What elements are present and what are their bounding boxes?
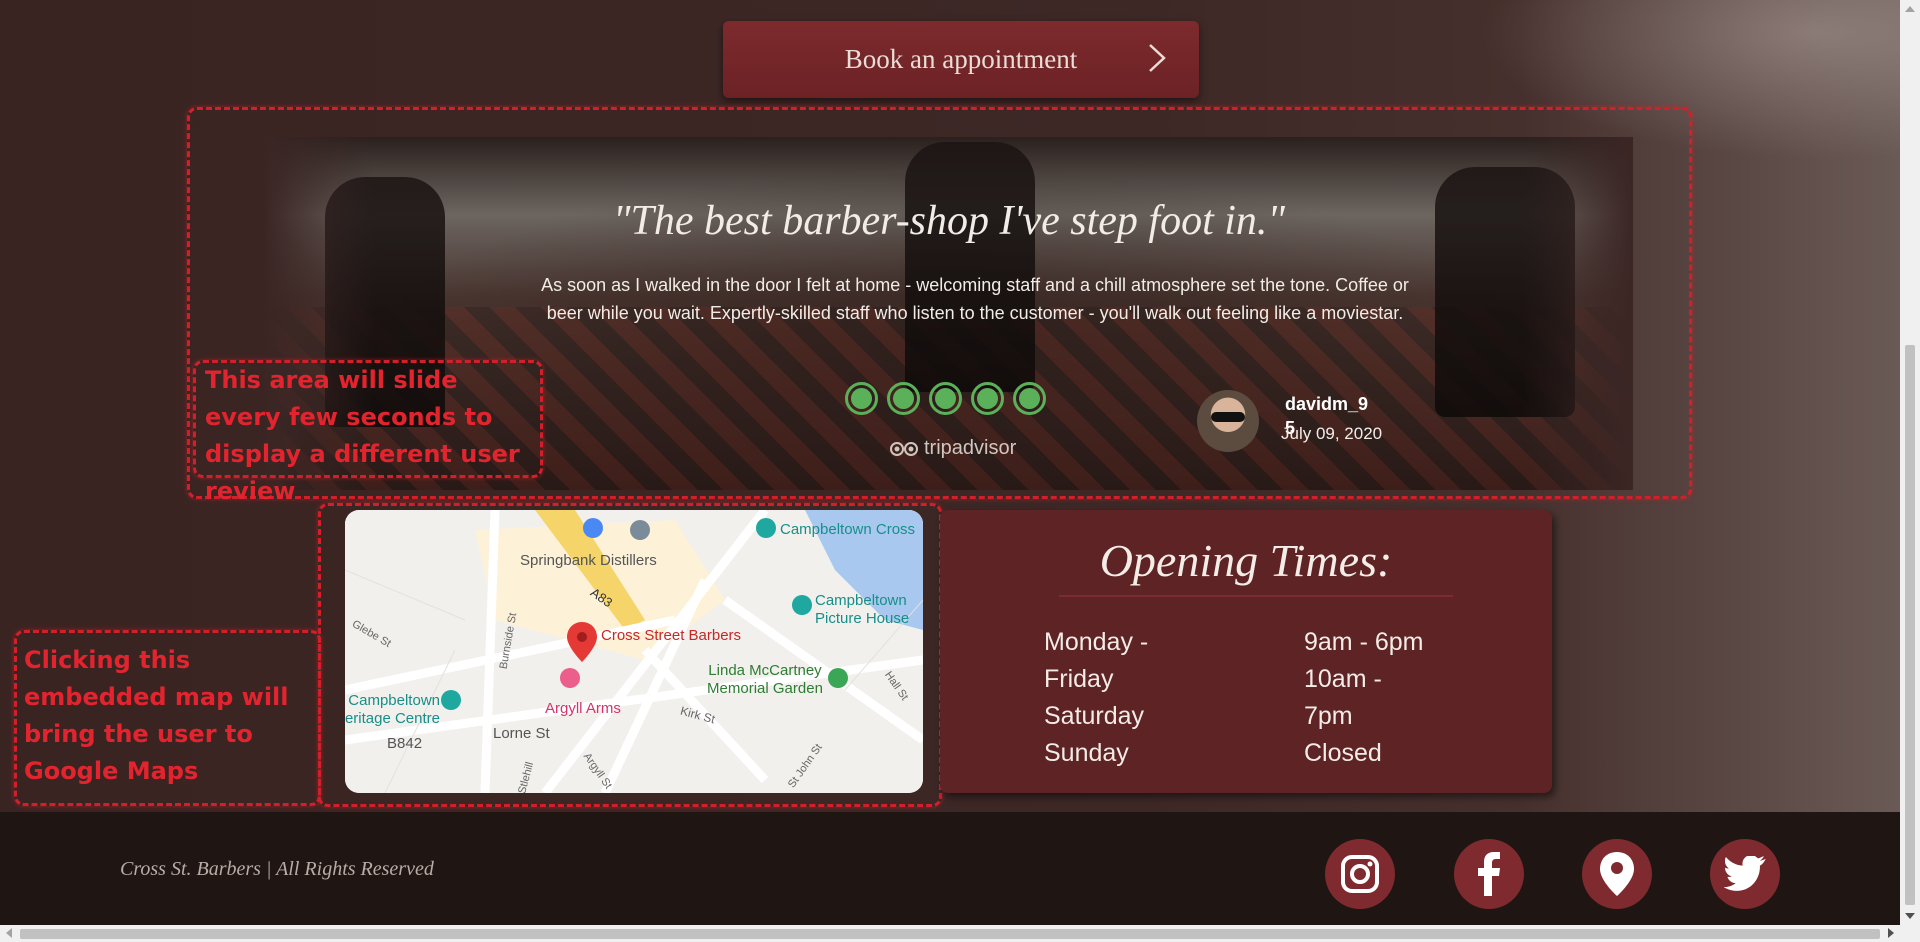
rating-circle-fill [1019, 388, 1040, 409]
days-column: Monday - Friday Saturday Sunday [1044, 624, 1148, 772]
footer: Cross St. Barbers | All Rights Reserved [0, 812, 1900, 925]
tripadvisor-label: tripadvisor [924, 437, 1017, 459]
rating-circle [929, 382, 962, 415]
location-button[interactable] [1582, 839, 1652, 909]
rating-circle-fill [977, 388, 998, 409]
instagram-button[interactable] [1325, 839, 1395, 909]
review-date: July 09, 2020 [1281, 424, 1383, 443]
facebook-button[interactable] [1454, 839, 1524, 909]
instagram-icon [1341, 855, 1379, 893]
review-quote: "The best barber-shop I've step foot in.… [612, 198, 1286, 244]
opening-times-title: Opening Times: [1099, 535, 1393, 586]
hours-value: 10am - [1304, 665, 1382, 693]
review-body: As soon as I walked in the door I felt a… [541, 275, 1409, 323]
location-icon [1600, 852, 1634, 896]
twitter-button[interactable] [1710, 839, 1780, 909]
chevron-right-icon [1149, 44, 1166, 72]
book-appointment-button[interactable]: Book an appointment [723, 21, 1199, 98]
tripadvisor-logo: tripadvisor [890, 437, 1016, 460]
title-divider [1059, 595, 1453, 597]
scroll-right-icon[interactable] [1888, 928, 1894, 938]
copyright-text: Cross St. Barbers | All Rights Reserved [120, 858, 434, 880]
day-label: Saturday [1044, 702, 1145, 730]
scroll-left-icon[interactable] [6, 928, 12, 938]
rating-circle [1013, 382, 1046, 415]
map-annotation-box [318, 503, 942, 807]
opening-times-panel: Opening Times: Monday - Friday Saturday … [940, 510, 1552, 793]
book-appointment-label: Book an appointment [844, 44, 1078, 74]
hours-value: 7pm [1304, 702, 1353, 730]
day-label: Monday - [1044, 628, 1149, 656]
scroll-down-icon[interactable] [1905, 913, 1915, 919]
reviewer-avatar [1197, 390, 1259, 452]
day-label: Friday [1044, 665, 1114, 693]
day-label: Sunday [1044, 739, 1129, 767]
hours-value: 9am - 6pm [1304, 628, 1424, 656]
facebook-icon [1478, 852, 1500, 896]
rating-circles [845, 382, 1046, 415]
rating-circle-fill [893, 388, 914, 409]
map-note: Clicking this embedded map will bring th… [24, 646, 289, 785]
rating-circle-fill [851, 388, 872, 409]
rating-circle [887, 382, 920, 415]
hours-value: Closed [1304, 739, 1382, 767]
twitter-icon [1724, 856, 1766, 891]
scroll-up-icon[interactable] [1905, 6, 1915, 12]
vertical-scroll-thumb[interactable] [1905, 345, 1915, 905]
horizontal-scroll-thumb[interactable] [20, 929, 1880, 939]
review-slider: "The best barber-shop I've step foot in.… [265, 137, 1633, 490]
hours-column: 9am - 6pm 10am - 7pm Closed [1304, 624, 1423, 772]
page: Book an appointment "The best barber-sho… [0, 0, 1900, 925]
rating-circle [845, 382, 878, 415]
rating-circle-fill [935, 388, 956, 409]
rating-circle [971, 382, 1004, 415]
owl-icon [890, 441, 918, 456]
